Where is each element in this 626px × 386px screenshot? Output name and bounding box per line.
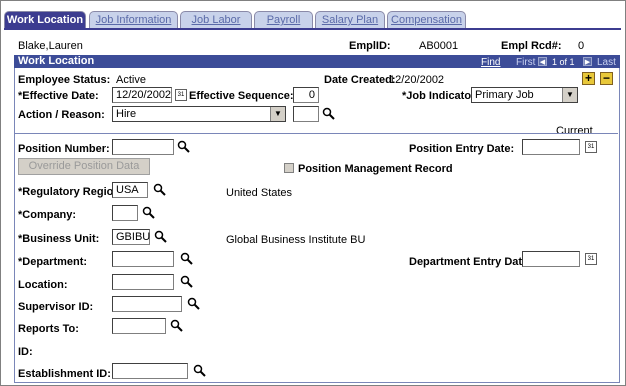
add-row-icon[interactable]: + [582,72,595,85]
department-field[interactable] [112,251,174,267]
establishment-id-label: Establishment ID: [18,368,111,380]
job-indicator-value: Primary Job [475,89,534,101]
action-reason-label: Action / Reason: [18,109,105,121]
reason-field[interactable] [293,106,319,122]
row-count: 1 of 1 [552,57,575,67]
find-link[interactable]: Find [481,56,500,69]
regulatory-region-description: United States [226,187,293,199]
search-icon[interactable] [153,183,166,196]
effective-date-label: *Effective Date: [18,90,99,102]
tab-underline [4,28,621,30]
position-entry-date-label: Position Entry Date: [409,143,515,155]
business-unit-label: *Business Unit: [18,233,100,245]
company-field[interactable] [112,205,138,221]
action-select[interactable]: Hire ▼ [112,106,286,122]
delete-row-icon[interactable]: − [600,72,613,85]
work-location-section [14,55,620,383]
department-label: *Department: [18,256,88,268]
search-icon[interactable] [180,275,193,288]
next-arrow-icon[interactable]: ▶ [583,57,592,66]
action-value: Hire [116,108,137,120]
search-icon[interactable] [170,319,183,332]
empl-rcd-value: 0 [578,40,585,52]
business-unit-field[interactable]: GBIBU [112,229,150,245]
position-entry-date-field[interactable] [522,139,580,155]
regulatory-region-field[interactable]: USA [112,182,148,198]
effective-date-field[interactable]: 12/20/2002 [112,87,172,103]
tab-compensation[interactable]: Compensation [387,11,466,28]
establishment-id-field[interactable] [112,363,188,379]
date-created-value: 12/20/2002 [389,74,445,86]
search-icon[interactable] [177,140,190,153]
location-field[interactable] [112,274,174,290]
search-icon[interactable] [193,364,206,377]
employee-status-value: Active [116,74,146,86]
employee-name: Blake,Lauren [18,40,83,52]
regulatory-region-label: *Regulatory Region: [18,186,124,198]
calendar-icon[interactable]: 31 [585,253,597,265]
position-number-label: Position Number: [18,143,110,155]
reports-to-label: Reports To: [18,323,79,335]
effective-sequence-field[interactable]: 0 [293,87,319,103]
current-label: Current [556,125,593,137]
position-management-checkbox[interactable] [284,163,294,173]
department-entry-date-field[interactable] [522,251,580,267]
chevron-down-icon[interactable]: ▼ [562,88,577,102]
section-title: Work Location [18,55,95,67]
search-icon[interactable] [322,107,335,120]
last-link[interactable]: Last [597,56,616,69]
first-link[interactable]: First [516,56,535,69]
effective-sequence-label: Effective Sequence: [189,90,294,102]
location-label: Location: [18,279,68,291]
divider [14,133,618,134]
search-icon[interactable] [180,252,193,265]
department-entry-date-label: Department Entry Date: [409,256,532,268]
reports-to-field[interactable] [112,318,166,334]
supervisor-id-label: Supervisor ID: [18,301,94,313]
position-number-field[interactable] [112,139,174,155]
tab-work-location[interactable]: Work Location [4,11,86,29]
tab-salary-plan[interactable]: Salary Plan [315,11,385,28]
company-label: *Company: [18,209,77,221]
tab-job-information[interactable]: Job Information [89,11,178,28]
employee-status-label: Employee Status: [18,74,111,86]
tab-payroll[interactable]: Payroll [254,11,313,28]
search-icon[interactable] [154,230,167,243]
business-unit-description: Global Business Institute BU [226,234,366,246]
emplid-value: AB0001 [419,40,459,52]
tab-job-labor[interactable]: Job Labor [180,11,252,28]
emplid-label: EmplID: [349,40,391,52]
search-icon[interactable] [142,206,155,219]
empl-rcd-label: Empl Rcd#: [501,40,562,52]
job-indicator-label: *Job Indicator: [402,90,480,102]
job-indicator-select[interactable]: Primary Job ▼ [471,87,578,103]
search-icon[interactable] [187,297,200,310]
date-created-label: Date Created: [324,74,396,86]
chevron-down-icon[interactable]: ▼ [270,107,285,121]
override-position-data-button[interactable]: Override Position Data [18,158,150,175]
id-label: ID: [18,346,33,358]
supervisor-id-field[interactable] [112,296,182,312]
position-management-label: Position Management Record [298,163,453,175]
calendar-icon[interactable]: 31 [175,89,187,101]
previous-arrow-icon[interactable]: ◀ [538,57,547,66]
calendar-icon[interactable]: 31 [585,141,597,153]
